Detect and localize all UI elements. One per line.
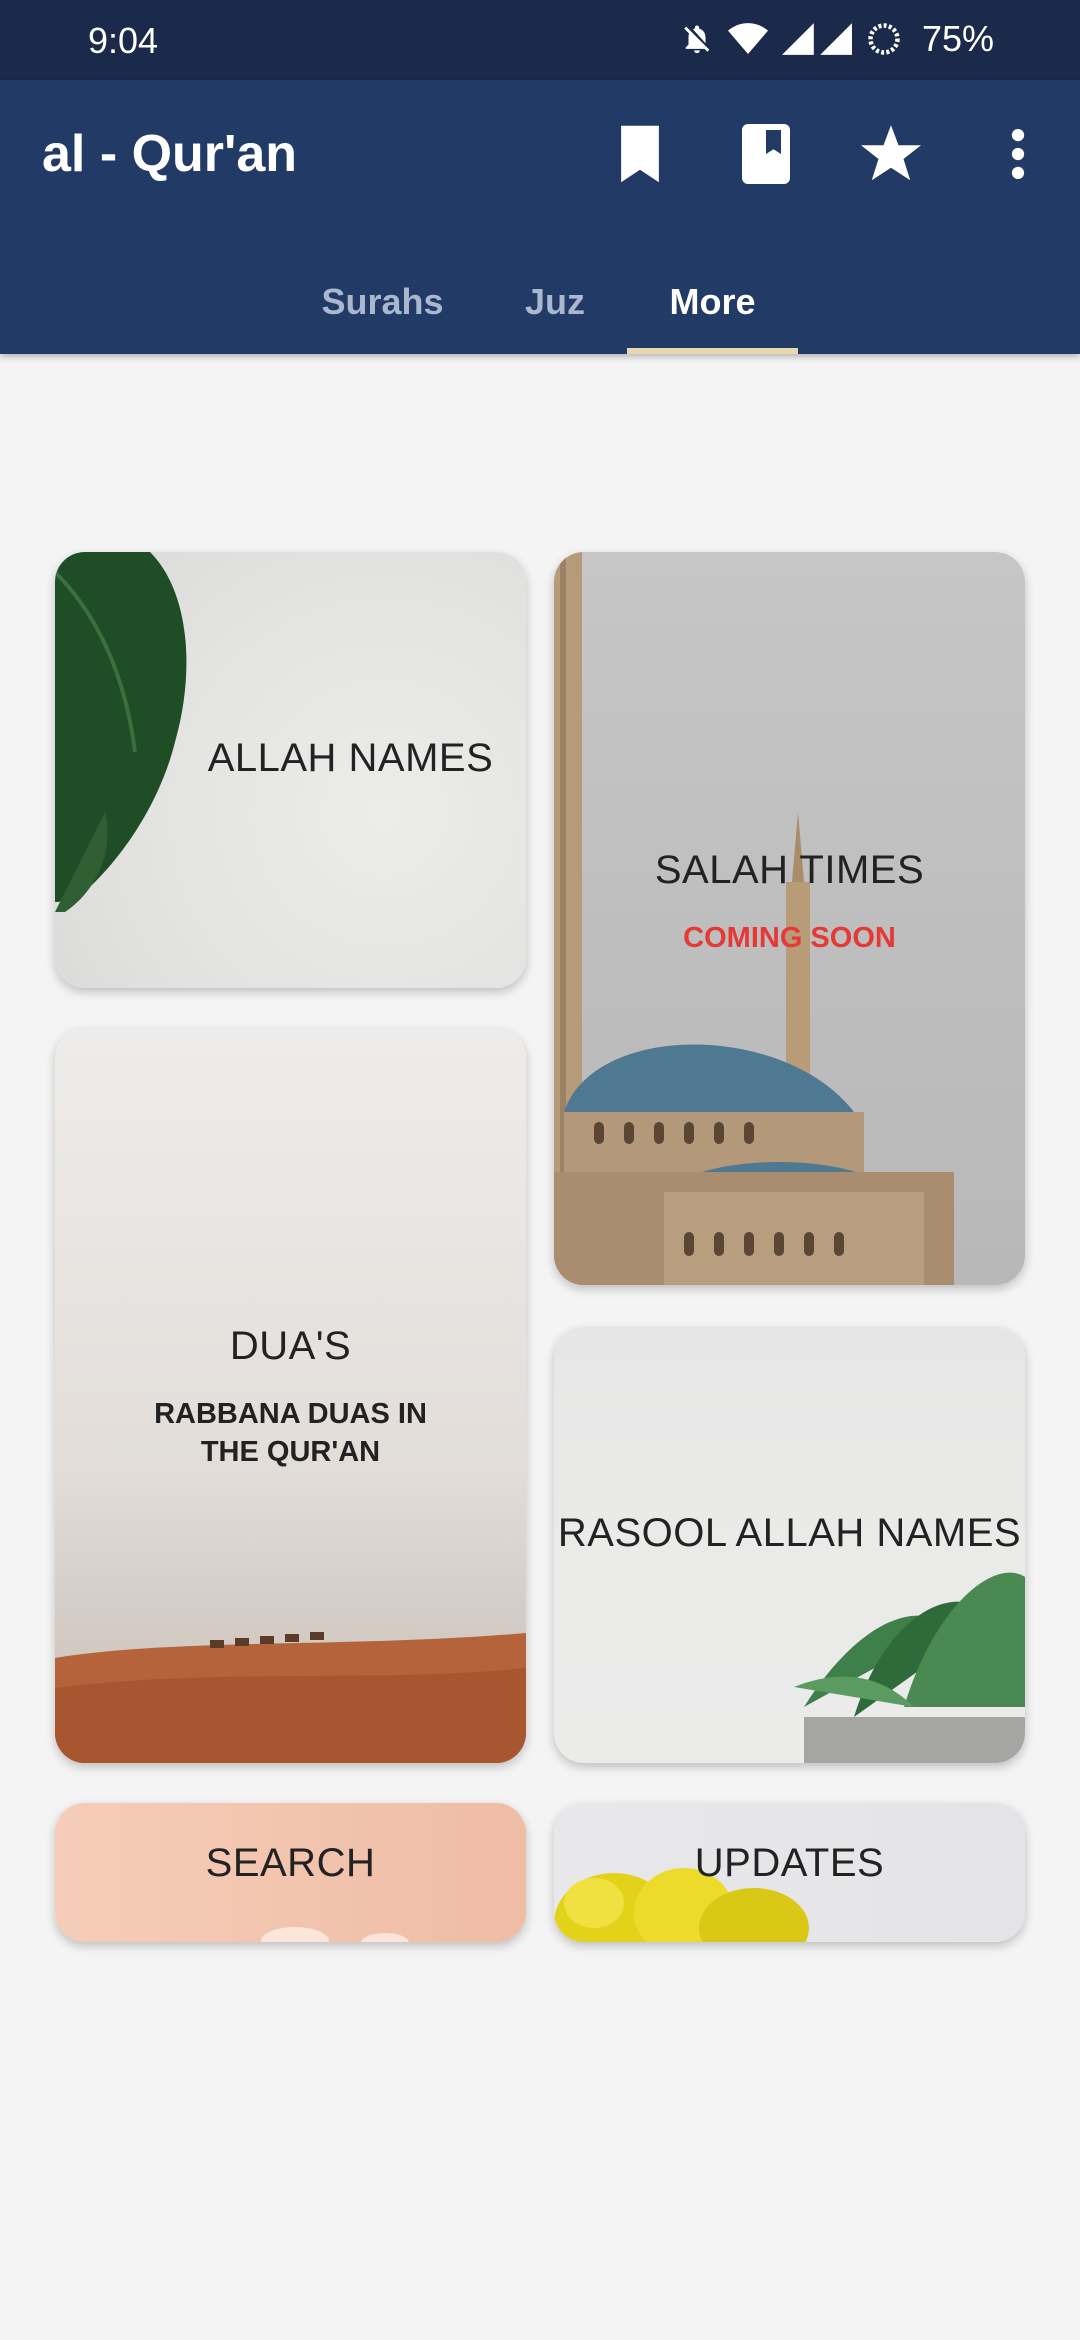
battery-percentage: 75% — [921, 18, 994, 59]
tab-surahs[interactable]: Surahs — [305, 250, 460, 354]
updates-card[interactable]: UPDATES — [554, 1803, 1025, 1942]
tab-juz[interactable]: Juz — [505, 250, 605, 354]
bookmark-icon — [618, 125, 662, 188]
battery-icon — [866, 21, 902, 57]
rasool-allah-names-card[interactable]: RASOOL ALLAH NAMES — [554, 1327, 1025, 1763]
status-time: 9:04 — [88, 20, 159, 61]
favorites-button[interactable] — [855, 120, 927, 192]
status-bar: 9:04 75% — [0, 0, 1080, 80]
more-vert-icon — [1010, 128, 1026, 185]
updates-title: UPDATES — [694, 1841, 885, 1885]
app-bar: al - Qur'an Surahs Juz More — [0, 80, 1080, 354]
search-card[interactable]: SEARCH — [55, 1803, 526, 1942]
allah-names-title: ALLAH NAMES — [207, 736, 494, 780]
wifi-icon — [727, 22, 768, 56]
duas-subtitle-line2: THE QUR'AN — [200, 1436, 381, 1468]
coming-soon-label: COMING SOON — [683, 922, 896, 954]
duas-card[interactable]: DUA'S RABBANA DUAS IN THE QUR'AN — [55, 1028, 526, 1763]
salah-times-title: SALAH TIMES — [654, 848, 925, 892]
allah-names-card[interactable]: ALLAH NAMES — [55, 552, 526, 988]
duas-title: DUA'S — [229, 1324, 352, 1368]
rasool-allah-names-title: RASOOL ALLAH NAMES — [557, 1511, 1022, 1555]
bell-off-icon — [680, 22, 714, 56]
tab-indicator — [627, 348, 798, 354]
more-options-button[interactable] — [982, 120, 1054, 192]
tab-bar: Surahs Juz More — [0, 250, 1080, 354]
search-title: SEARCH — [205, 1841, 376, 1885]
book-button[interactable] — [730, 120, 802, 192]
status-icons: 75% — [680, 18, 994, 60]
book-icon — [741, 123, 791, 189]
mosque-image — [554, 552, 954, 1285]
salah-times-card[interactable]: SALAH TIMES COMING SOON — [554, 552, 1025, 1285]
star-icon — [861, 124, 921, 188]
bookmark-button[interactable] — [604, 120, 676, 192]
app-title: al - Qur'an — [42, 125, 298, 183]
duas-subtitle-line1: RABBANA DUAS IN — [154, 1398, 427, 1430]
signal-icon — [781, 22, 852, 56]
tab-more[interactable]: More — [640, 250, 785, 354]
